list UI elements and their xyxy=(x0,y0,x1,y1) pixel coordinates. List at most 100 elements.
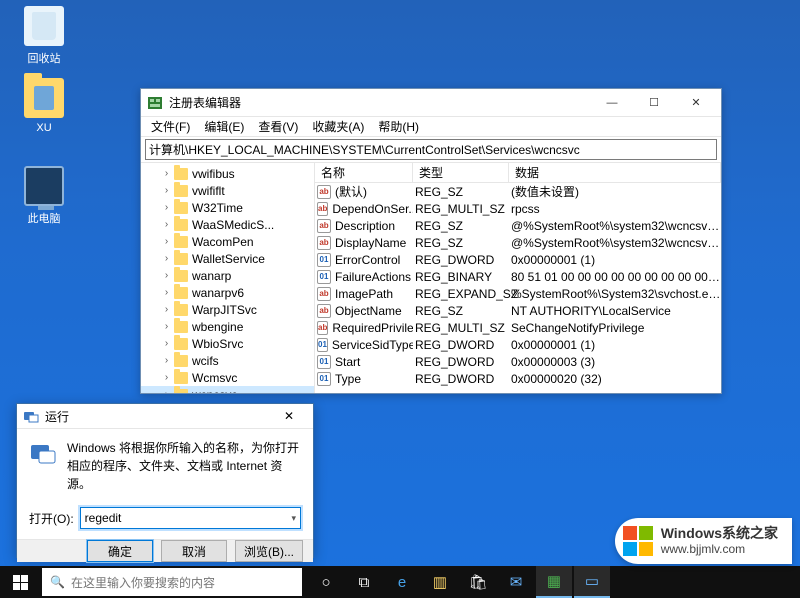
list-row[interactable]: abDescriptionREG_SZ@%SystemRoot%\system3… xyxy=(315,217,721,234)
menu-favorites[interactable]: 收藏夹(A) xyxy=(306,117,370,136)
tree-item[interactable]: ›WacomPen xyxy=(141,233,314,250)
expand-toggle-icon[interactable]: › xyxy=(161,270,172,281)
tree-item[interactable]: ›WaaSMedicS... xyxy=(141,216,314,233)
value-data: 0x00000001 (1) xyxy=(509,253,721,267)
folder-icon xyxy=(174,168,188,180)
expand-toggle-icon[interactable]: › xyxy=(161,253,172,264)
tree-item[interactable]: ›wbengine xyxy=(141,318,314,335)
value-binary-icon: 01 xyxy=(317,355,331,369)
taskbar-cortana-icon[interactable]: ○ xyxy=(308,566,344,598)
list-row[interactable]: abObjectNameREG_SZNT AUTHORITY\LocalServ… xyxy=(315,302,721,319)
windows-logo-icon xyxy=(623,526,653,556)
expand-toggle-icon[interactable]: › xyxy=(161,338,172,349)
value-data: @%SystemRoot%\system32\wcncsvc.dll,-3 xyxy=(509,236,721,250)
value-name: DisplayName xyxy=(335,236,406,250)
value-data: 0x00000001 (1) xyxy=(509,338,721,352)
taskbar-search-box[interactable]: 🔍 在这里输入你要搜索的内容 xyxy=(42,568,302,596)
value-string-icon: ab xyxy=(317,236,331,250)
expand-toggle-icon[interactable]: › xyxy=(161,219,172,230)
expand-toggle-icon[interactable]: › xyxy=(161,287,172,298)
regedit-list-header[interactable]: 名称 类型 数据 xyxy=(315,163,721,183)
expand-toggle-icon[interactable]: › xyxy=(161,236,172,247)
value-name: RequiredPrivile... xyxy=(332,321,413,335)
tree-item-label: Wcmsvc xyxy=(192,371,237,385)
tree-item-label: vwifibus xyxy=(192,167,235,181)
regedit-titlebar[interactable]: 注册表编辑器 — ☐ ✕ xyxy=(141,89,721,117)
start-button[interactable] xyxy=(0,566,40,598)
tree-item[interactable]: › vwififlt xyxy=(141,182,314,199)
tree-item[interactable]: ›wanarpv6 xyxy=(141,284,314,301)
taskbar-explorer-icon[interactable]: ▥ xyxy=(422,566,458,598)
list-row[interactable]: 01ServiceSidTypeREG_DWORD0x00000001 (1) xyxy=(315,336,721,353)
run-open-combobox[interactable]: regedit ▾ xyxy=(80,507,301,529)
menu-help[interactable]: 帮助(H) xyxy=(372,117,425,136)
list-row[interactable]: abRequiredPrivile...REG_MULTI_SZSeChange… xyxy=(315,319,721,336)
list-row[interactable]: 01StartREG_DWORD0x00000003 (3) xyxy=(315,353,721,370)
tree-item-label: WalletService xyxy=(192,252,265,266)
menu-edit[interactable]: 编辑(E) xyxy=(198,117,250,136)
run-app-icon xyxy=(23,408,39,424)
desktop-icon-this-pc[interactable]: 此电脑 xyxy=(14,166,74,226)
run-cancel-button[interactable]: 取消 xyxy=(161,540,227,562)
list-row[interactable]: abImagePathREG_EXPAND_SZ%SystemRoot%\Sys… xyxy=(315,285,721,302)
column-data[interactable]: 数据 xyxy=(509,163,721,182)
tree-item[interactable]: › vwifibus xyxy=(141,165,314,182)
list-row[interactable]: 01TypeREG_DWORD0x00000020 (32) xyxy=(315,370,721,387)
value-type: REG_SZ xyxy=(413,185,509,199)
menu-file[interactable]: 文件(F) xyxy=(145,117,196,136)
windows-start-icon xyxy=(13,575,28,590)
menu-view[interactable]: 查看(V) xyxy=(252,117,304,136)
regedit-address-bar[interactable]: 计算机\HKEY_LOCAL_MACHINE\SYSTEM\CurrentCon… xyxy=(145,139,717,160)
desktop-icon-recycle-bin[interactable]: 回收站 xyxy=(14,6,74,66)
tree-item[interactable]: ›WbioSrvc xyxy=(141,335,314,352)
run-titlebar[interactable]: 运行 ✕ xyxy=(17,404,313,429)
desktop-icon-folder-xu[interactable]: XU xyxy=(14,78,74,134)
regedit-tree[interactable]: › vwifibus › vwififlt›W32Time›WaaSMedicS...… xyxy=(141,163,315,393)
expand-toggle-icon[interactable]: › xyxy=(161,372,172,383)
minimize-button[interactable]: — xyxy=(591,90,633,116)
value-data: %SystemRoot%\System32\svchost.exe -k Loc… xyxy=(509,287,721,301)
close-button[interactable]: ✕ xyxy=(675,90,717,116)
maximize-button[interactable]: ☐ xyxy=(633,90,675,116)
taskbar-store-icon[interactable]: 🛍 xyxy=(460,566,496,598)
tree-item[interactable]: ›wcifs xyxy=(141,352,314,369)
list-row[interactable]: 01FailureActionsREG_BINARY80 51 01 00 00… xyxy=(315,268,721,285)
folder-icon xyxy=(174,389,188,394)
list-row[interactable]: 01ErrorControlREG_DWORD0x00000001 (1) xyxy=(315,251,721,268)
run-ok-button[interactable]: 确定 xyxy=(87,540,153,562)
expand-toggle-icon[interactable]: › xyxy=(161,389,172,393)
expand-toggle-icon[interactable]: › xyxy=(161,304,172,315)
list-row[interactable]: abDisplayNameREG_SZ@%SystemRoot%\system3… xyxy=(315,234,721,251)
expand-toggle-icon[interactable]: › xyxy=(161,185,172,196)
tree-item[interactable]: ›wcncsvc xyxy=(141,386,314,393)
value-string-icon: ab xyxy=(317,287,331,301)
desktop-icon-label: 回收站 xyxy=(14,50,74,66)
taskbar-edge-icon[interactable]: e xyxy=(384,566,420,598)
run-title: 运行 xyxy=(45,408,271,425)
tree-item[interactable]: ›wanarp xyxy=(141,267,314,284)
taskbar-mail-icon[interactable]: ✉ xyxy=(498,566,534,598)
value-name: Description xyxy=(335,219,395,233)
chevron-down-icon[interactable]: ▾ xyxy=(291,513,296,524)
expand-toggle-icon[interactable]: › xyxy=(161,355,172,366)
taskbar-regedit-icon[interactable]: ▦ xyxy=(536,566,572,598)
value-binary-icon: 01 xyxy=(317,253,331,267)
tree-item[interactable]: ›W32Time xyxy=(141,199,314,216)
expand-toggle-icon[interactable]: › xyxy=(161,202,172,213)
taskbar-taskview-icon[interactable]: ⧉ xyxy=(346,566,382,598)
list-row[interactable]: ab(默认)REG_SZ(数值未设置) xyxy=(315,183,721,200)
run-browse-button[interactable]: 浏览(B)... xyxy=(235,540,303,562)
folder-icon xyxy=(174,338,188,350)
tree-item[interactable]: › WalletService xyxy=(141,250,314,267)
list-row[interactable]: abDependOnSer...REG_MULTI_SZrpcss xyxy=(315,200,721,217)
tree-item-label: vwififlt xyxy=(192,184,225,198)
taskbar-run-icon[interactable]: ▭ xyxy=(574,566,610,598)
column-name[interactable]: 名称 xyxy=(315,163,413,182)
tree-item[interactable]: ›WarpJITSvc xyxy=(141,301,314,318)
expand-toggle-icon[interactable]: › xyxy=(161,168,172,179)
column-type[interactable]: 类型 xyxy=(413,163,509,182)
tree-item[interactable]: › Wcmsvc xyxy=(141,369,314,386)
value-type: REG_MULTI_SZ xyxy=(413,202,509,216)
expand-toggle-icon[interactable]: › xyxy=(161,321,172,332)
run-close-button[interactable]: ✕ xyxy=(271,404,307,428)
